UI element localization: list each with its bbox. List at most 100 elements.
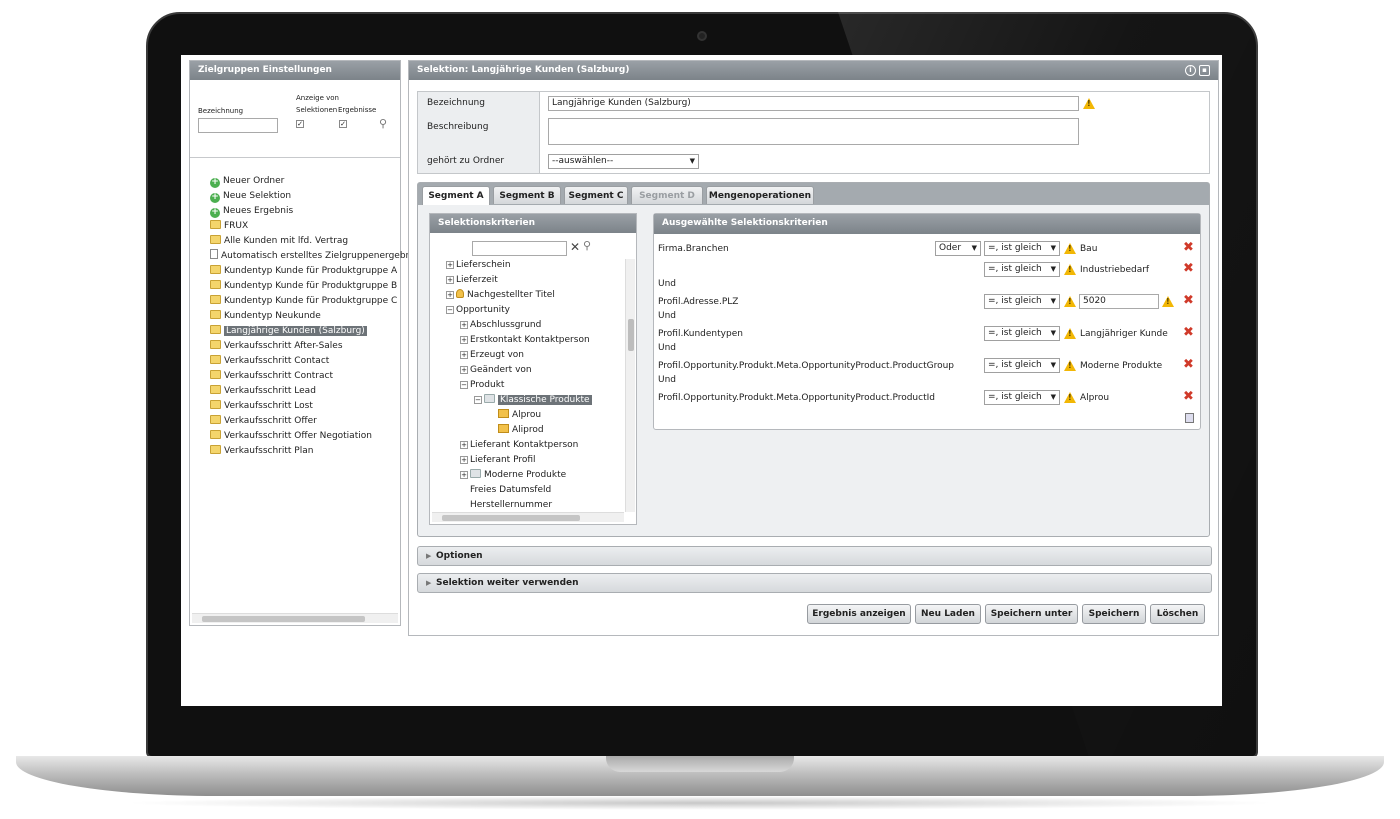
- conjunction-select[interactable]: Oder ▼: [935, 241, 981, 256]
- expand-icon[interactable]: +: [460, 321, 468, 329]
- beschreibung-textarea[interactable]: [548, 118, 1079, 145]
- criteria-tree-item[interactable]: + Lieferschein: [446, 259, 511, 272]
- bezeichnung-filter-label: Bezeichnung: [198, 107, 244, 115]
- collapse-icon[interactable]: −: [446, 306, 454, 314]
- operator-select[interactable]: =, ist gleich ▼: [984, 390, 1060, 405]
- operator-select[interactable]: =, ist gleich ▼: [984, 262, 1060, 277]
- criteria-tree-item[interactable]: Freies Datumsfeld: [460, 483, 551, 497]
- ordner-select-value: --auswählen--: [552, 156, 614, 166]
- left-tree-item[interactable]: FRUX: [210, 219, 248, 233]
- left-tree-item[interactable]: + Neuer Ordner: [210, 174, 284, 188]
- criteria-tree-item[interactable]: − Klassische Produkte: [474, 393, 592, 407]
- left-tree-item[interactable]: Verkaufsschritt Offer Negotiation: [210, 429, 372, 443]
- left-tree-item[interactable]: Verkaufsschritt Lost: [210, 399, 313, 413]
- criteria-tree-item[interactable]: − Produkt: [460, 378, 504, 392]
- criteria-tree-item[interactable]: + Lieferant Profil: [460, 453, 536, 467]
- criteria-search-input[interactable]: [472, 241, 567, 256]
- left-tree-item[interactable]: Kundentyp Kunde für Produktgruppe C: [210, 294, 397, 308]
- criteria-value-input[interactable]: 5020: [1079, 294, 1159, 309]
- expand-icon[interactable]: +: [460, 336, 468, 344]
- clear-icon[interactable]: ✕: [570, 240, 580, 254]
- tab-segment[interactable]: Segment B: [493, 186, 561, 204]
- expand-icon[interactable]: +: [460, 471, 468, 479]
- criteria-tree-item[interactable]: + Lieferant Kontaktperson: [460, 438, 578, 452]
- delete-icon[interactable]: ✖: [1183, 326, 1194, 339]
- left-tree-item[interactable]: Kundentyp Neukunde: [210, 309, 321, 323]
- criteria-tree-item[interactable]: + Erstkontakt Kontaktperson: [460, 333, 590, 347]
- expand-icon[interactable]: +: [460, 441, 468, 449]
- bezeichnung-filter-input[interactable]: [198, 118, 278, 133]
- left-horizontal-scrollbar[interactable]: [192, 613, 398, 623]
- tab-segment[interactable]: Segment C: [564, 186, 628, 204]
- tab-segment[interactable]: Segment A: [422, 186, 490, 205]
- left-tree-item[interactable]: Verkaufsschritt Lead: [210, 384, 316, 398]
- operator-select[interactable]: =, ist gleich ▼: [984, 294, 1060, 309]
- left-tree-item[interactable]: Verkaufsschritt Plan: [210, 444, 313, 458]
- operator-select[interactable]: =, ist gleich ▼: [984, 358, 1060, 373]
- delete-icon[interactable]: ✖: [1183, 294, 1194, 307]
- expand-icon[interactable]: +: [446, 291, 454, 299]
- collapse-icon[interactable]: −: [460, 381, 468, 389]
- chevron-down-icon: ▼: [1050, 393, 1056, 401]
- left-tree-item[interactable]: Automatisch erstelltes Zielgruppenergebn…: [210, 249, 418, 263]
- operator-select[interactable]: =, ist gleich ▼: [984, 326, 1060, 341]
- action-button[interactable]: Speichern unter: [985, 604, 1078, 624]
- criteria-tree-item[interactable]: + Moderne Produkte: [460, 468, 566, 482]
- operator-select-value: =, ist gleich: [988, 392, 1042, 402]
- tab-segment[interactable]: Mengenoperationen: [706, 186, 814, 204]
- operator-select[interactable]: =, ist gleich ▼: [984, 241, 1060, 256]
- expand-icon[interactable]: +: [446, 276, 454, 284]
- action-button[interactable]: Ergebnis anzeigen: [807, 604, 911, 624]
- criteria-tree-item[interactable]: − Opportunity: [446, 303, 510, 317]
- delete-icon[interactable]: ✖: [1183, 390, 1194, 403]
- optionen-accordion[interactable]: ▶ Optionen: [417, 546, 1212, 566]
- left-tree-item[interactable]: Verkaufsschritt Contact: [210, 354, 329, 368]
- form-area: Bezeichnung Beschreibung gehört zu Ordne…: [417, 91, 1210, 174]
- warning-icon: [1064, 264, 1076, 275]
- action-button[interactable]: Speichern: [1082, 604, 1146, 624]
- criteria-vertical-scrollbar[interactable]: [625, 259, 635, 512]
- criteria-tree-item[interactable]: + Lieferzeit: [446, 273, 498, 287]
- left-tree-item[interactable]: Verkaufsschritt Contract: [210, 369, 333, 383]
- criteria-tree-item[interactable]: Alprou: [488, 408, 541, 422]
- delete-icon[interactable]: ✖: [1183, 358, 1194, 371]
- calculator-icon[interactable]: [1185, 413, 1194, 423]
- ordner-select[interactable]: --auswählen-- ▼: [548, 154, 699, 169]
- criteria-horizontal-scrollbar[interactable]: [432, 512, 624, 522]
- expand-icon[interactable]: +: [446, 261, 454, 269]
- criteria-tree-item[interactable]: Aliprod: [488, 423, 544, 437]
- collapse-icon[interactable]: −: [474, 396, 482, 404]
- weiterverwenden-accordion[interactable]: ▶ Selektion weiter verwenden: [417, 573, 1212, 593]
- action-button[interactable]: Löschen: [1150, 604, 1205, 624]
- left-tree-item[interactable]: + Neues Ergebnis: [210, 204, 293, 218]
- left-tree-item[interactable]: Kundentyp Kunde für Produktgruppe B: [210, 279, 397, 293]
- expand-icon[interactable]: +: [460, 366, 468, 374]
- left-tree-item[interactable]: Alle Kunden mit lfd. Vertrag: [210, 234, 348, 248]
- criteria-tree-item[interactable]: + Nachgestellter Titel: [446, 288, 555, 302]
- left-tree-item[interactable]: Langjährige Kunden (Salzburg): [210, 324, 367, 338]
- left-tree-item[interactable]: Verkaufsschritt After-Sales: [210, 339, 343, 353]
- trash-icon[interactable]: ▪: [1199, 65, 1210, 76]
- info-icon[interactable]: i: [1185, 65, 1196, 76]
- selektionen-checkbox[interactable]: ✓: [296, 120, 304, 128]
- selection-icon: [210, 445, 221, 454]
- bezeichnung-input[interactable]: Langjährige Kunden (Salzburg): [548, 96, 1079, 111]
- delete-icon[interactable]: ✖: [1183, 262, 1194, 275]
- bezeichnung-label: Bezeichnung: [427, 98, 485, 108]
- criteria-tree-item[interactable]: + Abschlussgrund: [460, 318, 541, 332]
- expand-icon[interactable]: +: [460, 351, 468, 359]
- expand-icon[interactable]: +: [460, 456, 468, 464]
- ergebnisse-checkbox[interactable]: ✓: [339, 120, 347, 128]
- criteria-tree-item[interactable]: + Geändert von: [460, 363, 532, 377]
- search-icon[interactable]: ⚲: [379, 117, 387, 130]
- left-tree-item[interactable]: Verkaufsschritt Offer: [210, 414, 317, 428]
- criteria-tree-item-label: Klassische Produkte: [498, 395, 592, 405]
- action-button[interactable]: Neu Laden: [915, 604, 981, 624]
- criteria-tree-item[interactable]: + Erzeugt von: [460, 348, 524, 362]
- delete-icon[interactable]: ✖: [1183, 241, 1194, 254]
- left-tree-item[interactable]: + Neue Selektion: [210, 189, 291, 203]
- criteria-search-icon[interactable]: ⚲: [583, 239, 591, 252]
- left-tree-item[interactable]: Kundentyp Kunde für Produktgruppe A: [210, 264, 397, 278]
- anzeige-label: Anzeige von: [296, 94, 339, 102]
- criteria-tree-item[interactable]: Herstellernummer: [460, 498, 552, 511]
